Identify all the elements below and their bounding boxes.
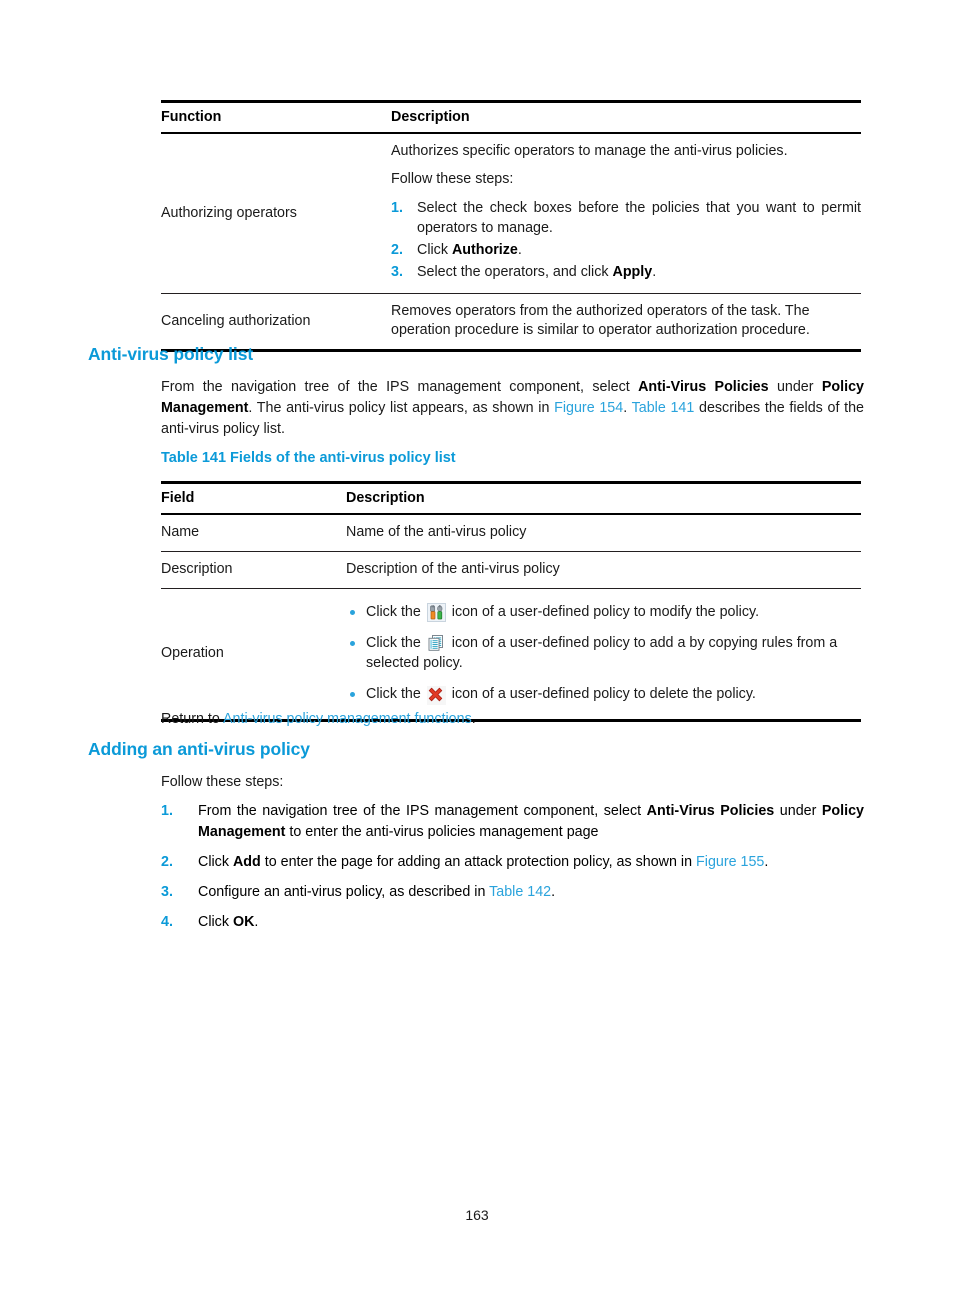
step-item: Click OK. xyxy=(161,912,864,933)
para-text-2: under xyxy=(768,379,822,395)
cell-field-name: Name xyxy=(161,514,346,552)
bullet-text-pre: Click the xyxy=(366,604,425,620)
link-figure-154[interactable]: Figure 154 xyxy=(554,400,623,416)
step-text-2: to enter the page for adding an attack p… xyxy=(260,854,697,870)
column-header-field: Field xyxy=(161,482,346,515)
return-to-suffix: . xyxy=(471,711,476,727)
para-text-1: From the navigation tree of the IPS mana… xyxy=(161,379,639,395)
step-text-1: Click xyxy=(198,854,233,870)
cell-description-name: Name of the anti-virus policy xyxy=(346,514,861,552)
table-row-operation: Operation Click the icon of a user-defin… xyxy=(161,588,861,722)
column-header-description: Description xyxy=(391,101,861,134)
cell-function-authorizing-operators: Authorizing operators xyxy=(161,133,391,294)
step-item: Select the operators, and click Apply. xyxy=(391,262,861,282)
link-table-142[interactable]: Table 142 xyxy=(489,884,551,900)
para-text-3: . The anti-virus policy list appears, as… xyxy=(248,400,555,416)
step-bold-term: Apply xyxy=(612,264,653,280)
step-bold-term: Authorize xyxy=(451,242,518,258)
table-row: Name Name of the anti-virus policy xyxy=(161,514,861,552)
copy-icon[interactable] xyxy=(426,634,446,653)
bullet-text-pre: Click the xyxy=(366,686,425,702)
cell-description-authorizing-operators: Authorizes specific operators to manage … xyxy=(391,133,861,294)
para-text-4: . xyxy=(623,400,632,416)
step-text: Click xyxy=(417,242,452,258)
step-item: Click Add to enter the page for adding a… xyxy=(161,852,864,873)
delete-icon[interactable] xyxy=(426,686,446,705)
table-row: Description Description of the anti-viru… xyxy=(161,551,861,589)
step-text-1: Click xyxy=(198,914,233,930)
cell-description-operation: Click the icon of a user-defined policy … xyxy=(346,588,861,722)
modify-icon[interactable] xyxy=(426,603,446,622)
functions-table: Function Description Authorizing operato… xyxy=(161,100,861,352)
step-text-4: . xyxy=(551,884,556,900)
adding-policy-steps-list: From the navigation tree of the IPS mana… xyxy=(161,801,864,942)
fields-table: Field Description Name Name of the anti-… xyxy=(161,481,861,722)
step-item: From the navigation tree of the IPS mana… xyxy=(161,801,864,843)
step-text-1: From the navigation tree of the IPS mana… xyxy=(198,803,647,819)
description-intro: Authorizes specific operators to manage … xyxy=(391,143,788,159)
table-row: Canceling authorization Removes operator… xyxy=(161,293,861,352)
step-item: Configure an anti-virus policy, as descr… xyxy=(161,882,864,903)
table-row: Authorizing operators Authorizes specifi… xyxy=(161,133,861,294)
authorize-steps-list: Select the check boxes before the polici… xyxy=(391,198,861,282)
step-text-1: Configure an anti-virus policy, as descr… xyxy=(198,884,490,900)
bullet-item-delete: Click the icon of a user-defined policy … xyxy=(346,684,861,705)
operation-bullet-list: Click the icon of a user-defined policy … xyxy=(346,602,861,705)
step-bold-ok: OK xyxy=(232,914,255,930)
table-header-row: Function Description xyxy=(161,101,861,134)
link-figure-155[interactable]: Figure 155 xyxy=(696,854,764,870)
document-page: Function Description Authorizing operato… xyxy=(0,0,954,1296)
step-bold-add: Add xyxy=(232,854,261,870)
step-text: Select the operators, and click xyxy=(417,264,613,280)
bullet-text-post: icon of a user-defined policy to modify … xyxy=(447,604,760,620)
bullet-text-pre: Click the xyxy=(366,635,425,651)
bullet-item-modify: Click the icon of a user-defined policy … xyxy=(346,602,861,622)
cell-description-description: Description of the anti-virus policy xyxy=(346,551,861,589)
follow-these-steps-label-2: Follow these steps: xyxy=(161,774,284,790)
cell-field-operation: Operation xyxy=(161,588,346,722)
step-text-4: . xyxy=(764,854,769,870)
cell-description-canceling-authorization: Removes operators from the authorized op… xyxy=(391,293,861,352)
step-item: Select the check boxes before the polici… xyxy=(391,198,861,238)
bullet-item-copy: Click the icon of a user-defined policy … xyxy=(346,633,861,673)
paragraph-policy-list-intro: From the navigation tree of the IPS mana… xyxy=(161,377,864,440)
return-to-prefix: Return to xyxy=(161,711,223,727)
step-text-2: under xyxy=(774,803,822,819)
column-header-function: Function xyxy=(161,101,391,134)
column-header-description: Description xyxy=(346,482,861,515)
step-text-2: . xyxy=(254,914,259,930)
heading-adding-an-anti-virus-policy: Adding an anti-virus policy xyxy=(88,739,310,759)
step-item: Click Authorize. xyxy=(391,240,861,260)
return-to-line: Return to Anti-virus policy management f… xyxy=(161,709,861,730)
follow-these-steps-label: Follow these steps: xyxy=(391,171,514,187)
heading-anti-virus-policy-list: Anti-virus policy list xyxy=(88,344,254,364)
cell-field-description: Description xyxy=(161,551,346,589)
caption-table-141: Table 141 Fields of the anti-virus polic… xyxy=(161,450,456,466)
para-bold-anti-virus-policies: Anti-Virus Policies xyxy=(638,379,769,395)
step-text-tail: . xyxy=(517,242,522,258)
bullet-text-post: icon of a user-defined policy to delete … xyxy=(447,686,756,702)
step-bold-anti-virus-policies: Anti-Virus Policies xyxy=(646,803,775,819)
page-number: 163 xyxy=(465,1207,489,1223)
link-anti-virus-policy-management-functions[interactable]: Anti-virus policy management functions xyxy=(223,711,472,727)
step-text: Select the check boxes before the polici… xyxy=(417,200,861,236)
step-text-tail: . xyxy=(652,264,657,280)
link-table-141[interactable]: Table 141 xyxy=(632,400,695,416)
table-header-row: Field Description xyxy=(161,482,861,515)
cell-function-canceling-authorization: Canceling authorization xyxy=(161,293,391,352)
step-text-3: to enter the anti-virus policies managem… xyxy=(285,824,599,840)
